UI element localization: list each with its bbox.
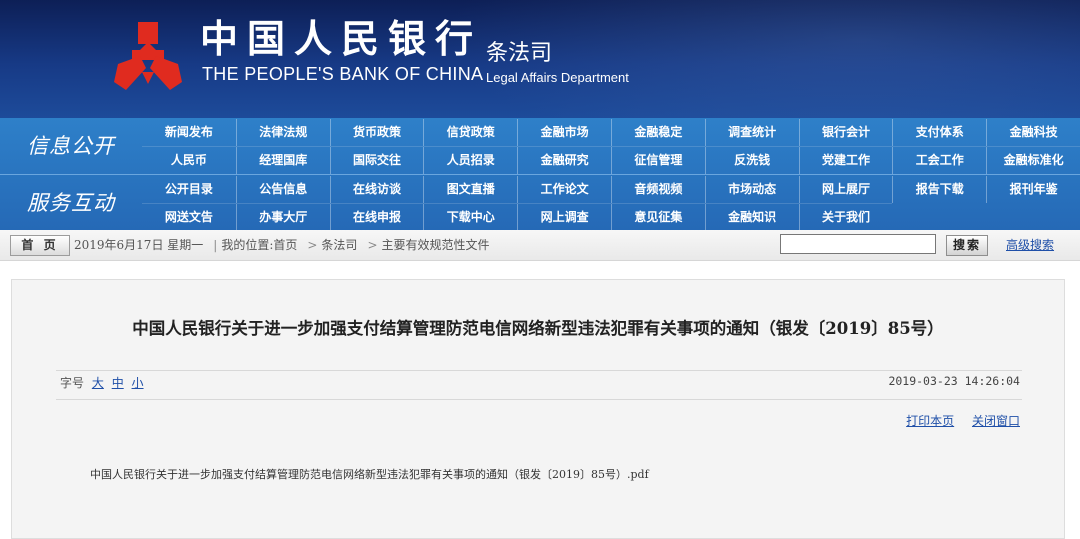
breadcrumb-home[interactable]: 我的位置:首页 (221, 238, 297, 252)
nav-row: 人民币 经理国库 国际交往 人员招录 金融研究 征信管理 反洗钱 党建工作 工会… (142, 146, 1080, 174)
font-size-label: 字号 (60, 376, 85, 390)
nav-group-title: 服务互动 (27, 191, 115, 215)
breadcrumb-current[interactable]: 主要有效规范性文件 (382, 238, 490, 252)
nav-item[interactable]: 网上展厅 (798, 176, 893, 203)
nav-item[interactable]: 报刊年鉴 (986, 176, 1080, 203)
nav-item[interactable]: 人民币 (142, 147, 236, 174)
article-tools: 打印本页 关闭窗口 (892, 412, 1020, 429)
nav-item[interactable]: 银行会计 (798, 119, 893, 146)
article-title: 中国人民银行关于进一步加强支付结算管理防范电信网络新型违法犯罪有关事项的通知（银… (132, 319, 944, 338)
location-bar: 首 页 2019年6月17日 星期一 | 我的位置:首页 > 条法司 > 主要有效规范性文件… (0, 230, 1080, 261)
nav-item[interactable]: 工作论文 (517, 176, 611, 203)
nav-group-info: 信息公开 新闻发布 法律法规 货币政策 信贷政策 金融市场 金融稳定 调查统计 … (0, 118, 1080, 174)
breadcrumb-department[interactable]: 条法司 (321, 238, 357, 252)
nav-item[interactable]: 党建工作 (798, 147, 893, 174)
nav-item[interactable]: 金融稳定 (610, 119, 705, 146)
nav-item[interactable]: 公告信息 (235, 176, 330, 203)
home-button[interactable]: 首 页 (10, 235, 70, 256)
nav-item[interactable]: 在线申报 (329, 204, 424, 231)
nav-item[interactable]: 法律法规 (235, 119, 330, 146)
nav-row: 新闻发布 法律法规 货币政策 信贷政策 金融市场 金融稳定 调查统计 银行会计 … (142, 119, 1080, 146)
department-name-cn: 条法司 (486, 41, 553, 66)
font-medium-link[interactable]: 中 (112, 376, 124, 390)
nav-row: 网送文告 办事大厅 在线申报 下载中心 网上调查 意见征集 金融知识 关于我们 (142, 203, 893, 231)
nav-item[interactable]: 国际交往 (329, 147, 424, 174)
main-nav: 信息公开 新闻发布 法律法规 货币政策 信贷政策 金融市场 金融稳定 调查统计 … (0, 118, 1080, 231)
breadcrumb: 2019年6月17日 星期一 | 我的位置:首页 > 条法司 > 主要有效规范性文件 (74, 230, 494, 260)
search-button[interactable]: 搜索 (946, 235, 988, 256)
chevron-right-icon: > (307, 238, 318, 252)
font-large-link[interactable]: 大 (92, 376, 104, 390)
nav-item[interactable]: 下载中心 (423, 204, 517, 231)
nav-item[interactable]: 图文直播 (423, 176, 517, 203)
nav-item[interactable]: 意见征集 (610, 204, 705, 231)
nav-item[interactable]: 金融研究 (517, 147, 611, 174)
nav-row: 公开目录 公告信息 在线访谈 图文直播 工作论文 音频视频 市场动态 网上展厅 … (142, 176, 1080, 203)
close-window-link[interactable]: 关闭窗口 (972, 414, 1020, 428)
site-banner: 中国人民银行 THE PEOPLE'S BANK OF CHINA 条法司 Le… (0, 0, 1080, 118)
department-name-en: Legal Affairs Department (486, 70, 629, 85)
nav-item[interactable]: 人员招录 (423, 147, 517, 174)
print-page-link[interactable]: 打印本页 (906, 414, 954, 428)
nav-item[interactable]: 网送文告 (142, 204, 236, 231)
nav-item[interactable]: 新闻发布 (142, 119, 236, 146)
font-size-control: 字号 大 中 小 (60, 374, 144, 391)
nav-item[interactable]: 信贷政策 (423, 119, 517, 146)
bank-name-en: THE PEOPLE'S BANK OF CHINA (202, 64, 484, 84)
divider (56, 370, 1022, 371)
pboc-logo-icon (114, 22, 182, 90)
divider: | (213, 238, 218, 252)
current-date: 2019年6月17日 星期一 (74, 238, 204, 252)
nav-item[interactable]: 金融知识 (704, 204, 799, 231)
chevron-right-icon: > (367, 238, 378, 252)
nav-item[interactable]: 办事大厅 (235, 204, 330, 231)
nav-item[interactable]: 音频视频 (610, 176, 705, 203)
nav-item[interactable]: 关于我们 (798, 204, 893, 231)
advanced-search-link[interactable]: 高级搜索 (1006, 230, 1054, 260)
nav-group-title: 信息公开 (27, 134, 115, 158)
nav-group-service: 服务互动 公开目录 公告信息 在线访谈 图文直播 工作论文 音频视频 市场动态 … (0, 174, 1080, 231)
nav-item[interactable]: 支付体系 (892, 119, 986, 146)
nav-item[interactable]: 工会工作 (892, 147, 986, 174)
publish-date: 2019-03-23 14:26:04 (888, 374, 1020, 388)
nav-item[interactable]: 市场动态 (704, 176, 799, 203)
nav-item[interactable]: 反洗钱 (704, 147, 799, 174)
nav-item[interactable]: 金融科技 (986, 119, 1080, 146)
nav-item[interactable]: 金融标准化 (986, 147, 1080, 174)
nav-item[interactable]: 网上调查 (517, 204, 611, 231)
nav-item[interactable]: 报告下载 (892, 176, 986, 203)
nav-item[interactable]: 经理国库 (235, 147, 330, 174)
divider (56, 399, 1022, 400)
nav-item[interactable]: 公开目录 (142, 176, 236, 203)
attachment-link[interactable]: 中国人民银行关于进一步加强支付结算管理防范电信网络新型违法犯罪有关事项的通知（银… (90, 466, 649, 482)
article-panel: 中国人民银行关于进一步加强支付结算管理防范电信网络新型违法犯罪有关事项的通知（银… (11, 279, 1065, 539)
nav-item[interactable]: 货币政策 (329, 119, 424, 146)
nav-item[interactable]: 金融市场 (517, 119, 611, 146)
font-small-link[interactable]: 小 (132, 376, 144, 390)
nav-item[interactable]: 征信管理 (610, 147, 705, 174)
bank-name-cn: 中国人民银行 (200, 16, 483, 61)
nav-item[interactable]: 调查统计 (704, 119, 799, 146)
nav-item[interactable]: 在线访谈 (329, 176, 424, 203)
search-input[interactable] (780, 234, 936, 254)
